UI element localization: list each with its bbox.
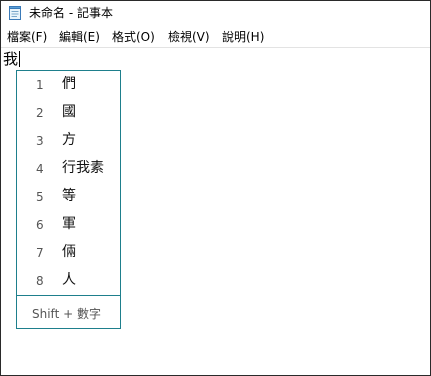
ime-candidate-window: 1 們 2 國 3 方 4 行我素 5 等 6 軍 7 倆 8 人 Shift … <box>16 70 121 329</box>
candidate-item[interactable]: 5 等 <box>17 183 120 211</box>
candidate-item[interactable]: 6 軍 <box>17 211 120 239</box>
candidate-number: 3 <box>36 134 44 148</box>
notepad-icon <box>9 6 21 20</box>
candidate-text: 人 <box>62 272 76 288</box>
candidate-number: 7 <box>36 246 44 260</box>
candidate-text: 等 <box>62 188 76 204</box>
menu-help[interactable]: 說明(H) <box>222 29 264 45</box>
ime-divider <box>17 295 120 296</box>
menu-edit[interactable]: 編輯(E) <box>59 29 100 45</box>
window-title: 未命名 - 記事本 <box>29 6 113 20</box>
menu-view[interactable]: 檢視(V) <box>168 29 210 45</box>
candidate-item[interactable]: 3 方 <box>17 127 120 155</box>
candidate-number: 2 <box>36 106 44 120</box>
text-caret <box>19 51 20 67</box>
title-bar[interactable]: 未命名 - 記事本 <box>1 1 430 25</box>
candidate-number: 8 <box>36 274 44 288</box>
candidate-item[interactable]: 8 人 <box>17 267 120 295</box>
candidate-number: 6 <box>36 218 44 232</box>
candidate-item[interactable]: 2 國 <box>17 99 120 127</box>
candidate-text: 方 <box>62 132 76 148</box>
notepad-window: 未命名 - 記事本 檔案(F) 編輯(E) 格式(O) 檢視(V) 說明(H) … <box>0 0 431 376</box>
ime-shift-hint: Shift + 數字 <box>32 307 101 321</box>
candidate-text: 國 <box>62 104 76 120</box>
candidate-item[interactable]: 7 倆 <box>17 239 120 267</box>
menu-file[interactable]: 檔案(F) <box>7 29 47 45</box>
candidate-item[interactable]: 1 們 <box>17 71 120 99</box>
menu-bar: 檔案(F) 編輯(E) 格式(O) 檢視(V) 說明(H) <box>1 27 430 48</box>
candidate-text: 行我素 <box>62 160 104 176</box>
candidate-text: 軍 <box>62 216 76 232</box>
menu-format[interactable]: 格式(O) <box>112 29 155 45</box>
candidate-number: 4 <box>36 162 44 176</box>
candidate-item[interactable]: 4 行我素 <box>17 155 120 183</box>
candidate-number: 1 <box>36 78 44 92</box>
editor-text: 我 <box>3 50 19 68</box>
candidate-text: 倆 <box>62 244 76 260</box>
candidate-number: 5 <box>36 190 44 204</box>
candidate-text: 們 <box>62 76 76 92</box>
